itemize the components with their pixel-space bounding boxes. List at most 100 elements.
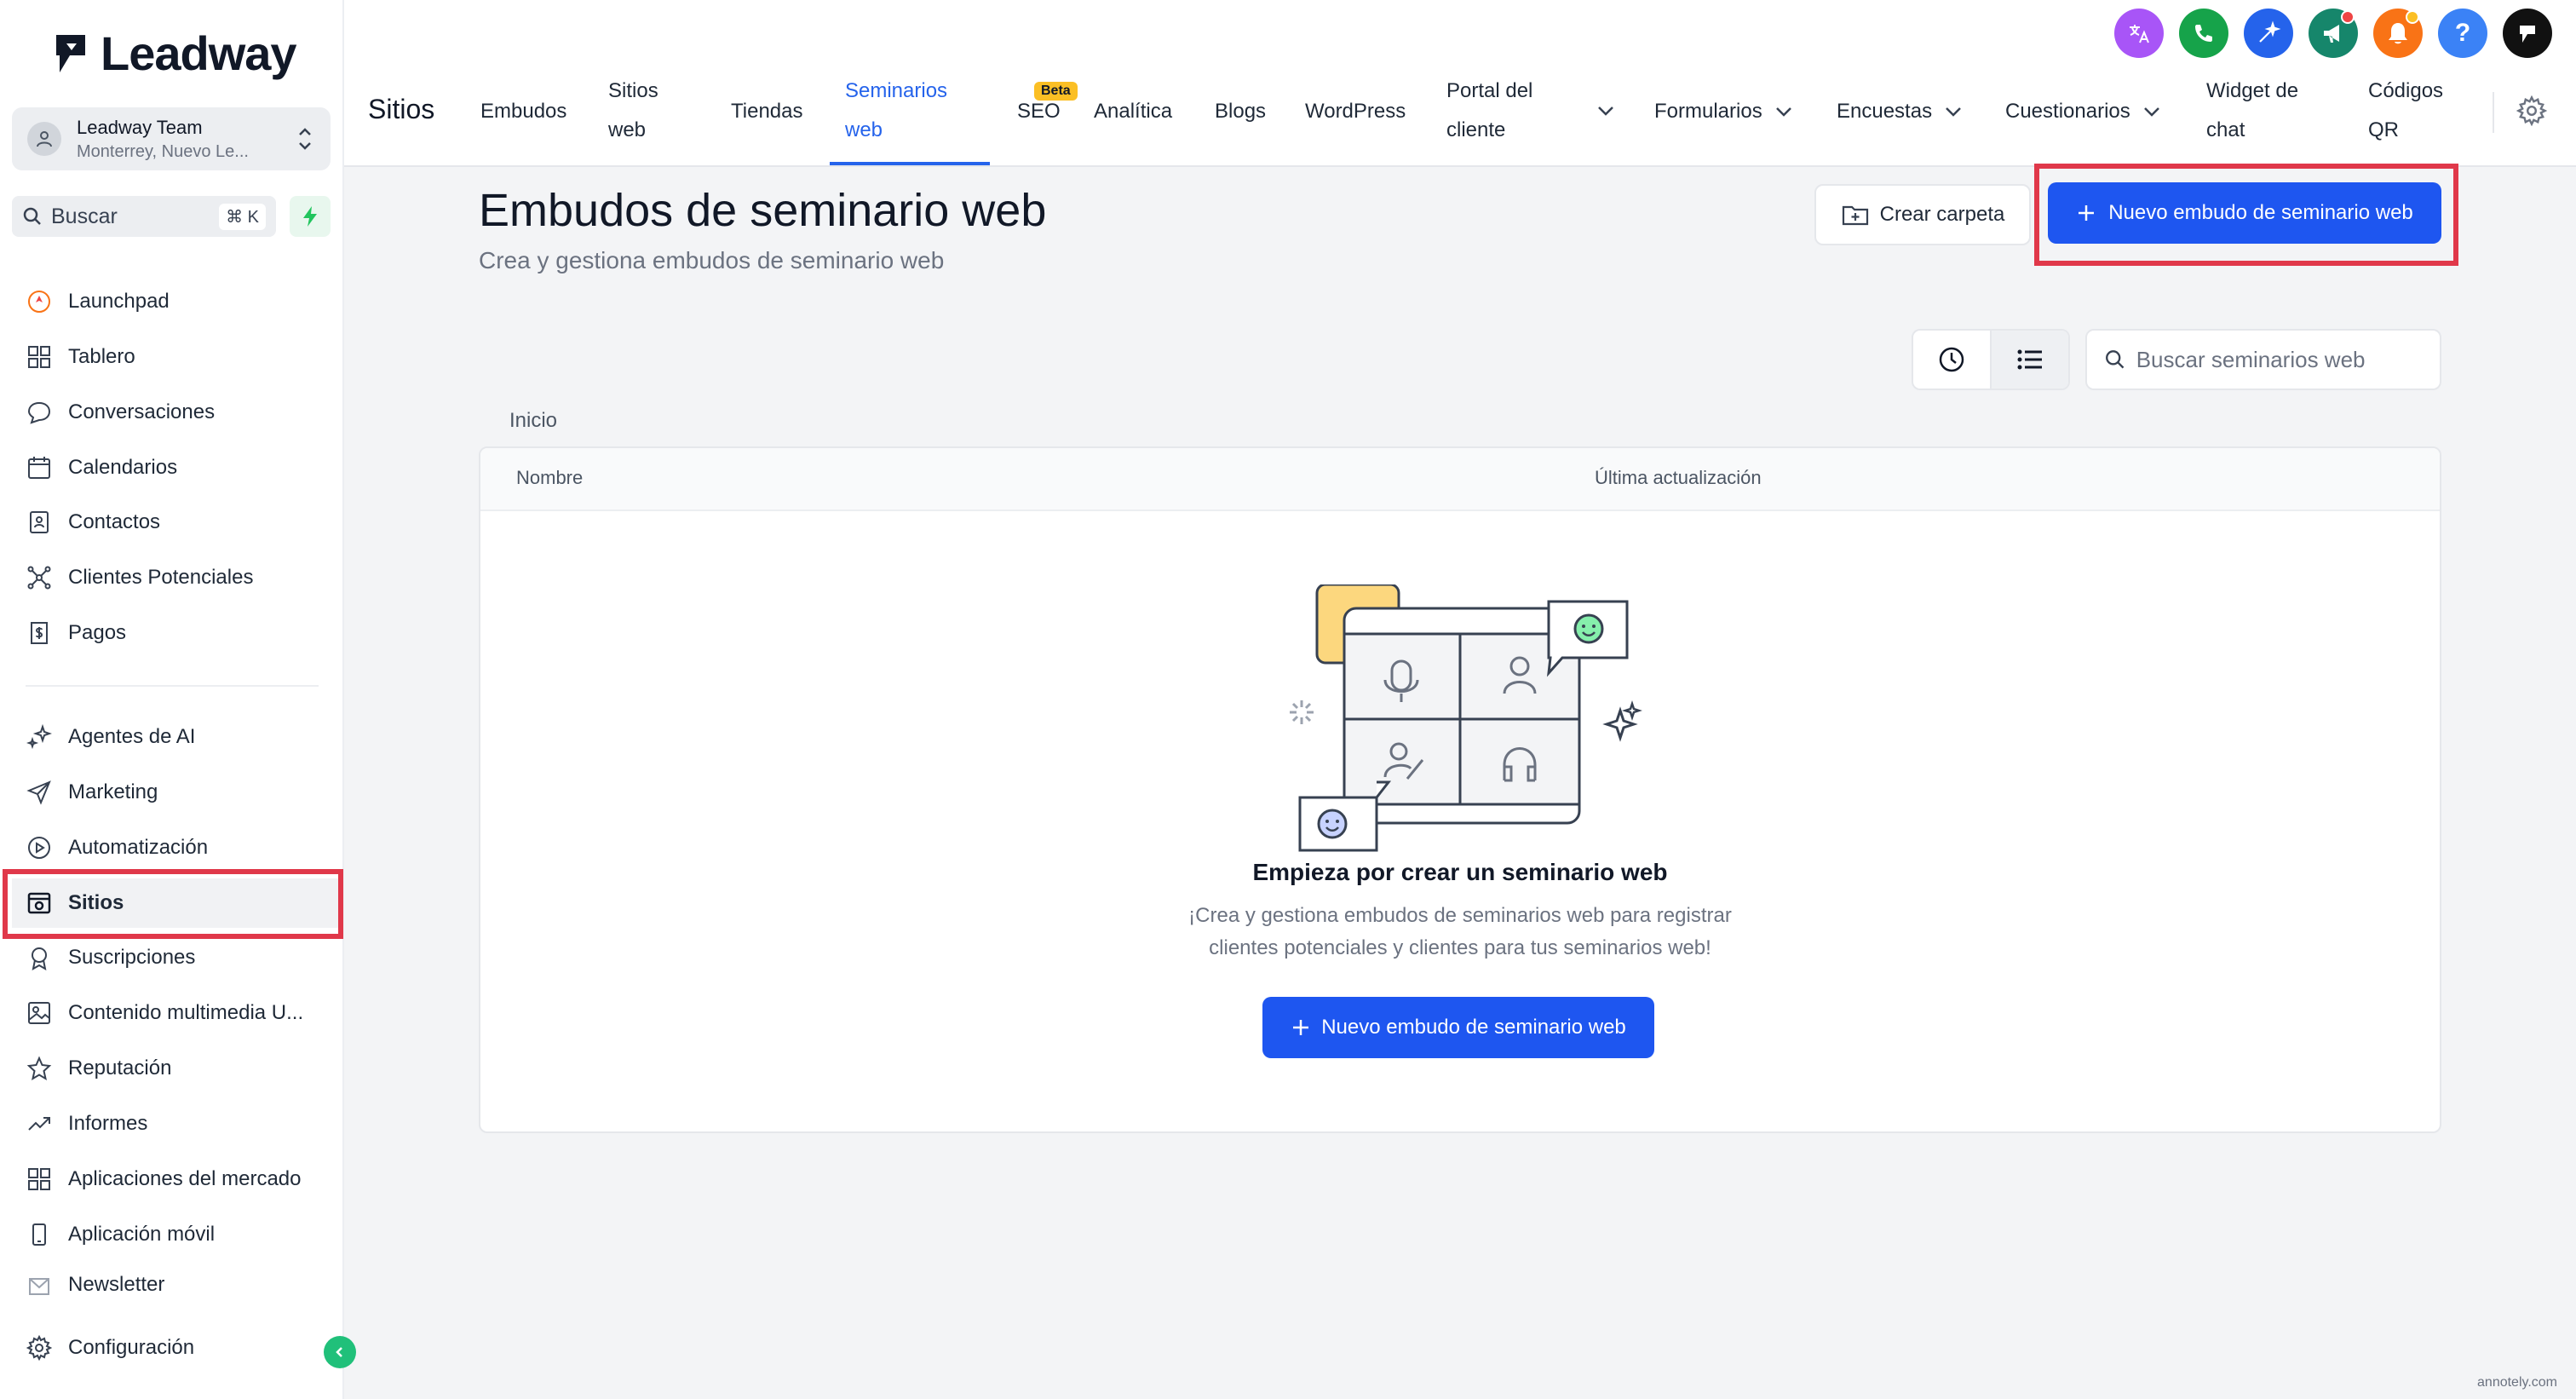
brand-logo[interactable]: Leadway xyxy=(51,26,297,81)
notification-dot xyxy=(2341,10,2355,24)
collapse-sidebar-button[interactable] xyxy=(324,1336,356,1368)
recent-view-button[interactable] xyxy=(1913,331,1990,389)
sidebar-item-contenido-multimedia[interactable]: Contenido multimedia U... xyxy=(12,988,341,1038)
sidebar-item-pagos[interactable]: Pagos xyxy=(12,608,341,658)
translate-button[interactable] xyxy=(2114,9,2164,58)
search-shortcut: ⌘ K xyxy=(219,203,266,230)
column-header-nombre[interactable]: Nombre xyxy=(516,467,583,489)
breadcrumb[interactable]: Inicio xyxy=(509,409,557,433)
watermark: annotely.com xyxy=(2477,1375,2557,1390)
empty-state-title: Empieza por crear un seminario web xyxy=(1252,859,1668,885)
list-view-button[interactable] xyxy=(1990,331,2068,389)
settings-gear-icon[interactable] xyxy=(2516,95,2547,126)
rocket-icon xyxy=(26,288,53,315)
sparkles-icon xyxy=(26,723,53,751)
sidebar-item-informes[interactable]: Informes xyxy=(12,1099,341,1149)
translate-icon xyxy=(2130,25,2149,43)
tab-encuestas[interactable]: Encuestas xyxy=(1837,92,1963,131)
help-icon: ? xyxy=(2454,19,2471,47)
trend-icon xyxy=(26,1110,53,1137)
chat-icon xyxy=(26,399,53,426)
tab-widget-chat[interactable]: Widget de chat xyxy=(2206,72,2298,150)
sidebar-item-configuracion[interactable]: Configuración xyxy=(12,1323,341,1373)
phone-call-icon xyxy=(2195,25,2212,42)
profile-button[interactable] xyxy=(2503,9,2552,58)
star-icon xyxy=(26,1055,53,1082)
account-switcher[interactable]: Leadway Team Monterrey, Nuevo Le... xyxy=(12,107,331,170)
tab-blogs[interactable]: Blogs xyxy=(1215,92,1266,131)
newsletter-icon xyxy=(26,1273,53,1298)
folder-plus-icon xyxy=(1842,205,1868,226)
phone-icon xyxy=(26,1221,53,1248)
contacts-icon xyxy=(26,509,53,536)
tab-seminarios-web[interactable]: Seminarios web xyxy=(845,72,947,150)
image-icon xyxy=(26,999,53,1027)
empty-state-new-funnel-button[interactable]: Nuevo embudo de seminario web xyxy=(1262,997,1654,1058)
section-title: Sitios xyxy=(368,94,435,124)
sidebar-item-tablero[interactable]: Tablero xyxy=(12,332,341,382)
column-header-ultima-actualizacion[interactable]: Última actualización xyxy=(1595,467,1762,489)
plus-icon xyxy=(1293,1020,1309,1035)
sidebar-item-reputacion[interactable]: Reputación xyxy=(12,1044,341,1093)
leadway-logo-icon xyxy=(56,34,85,72)
sidebar-item-aplicacion-movil[interactable]: Aplicación móvil xyxy=(12,1210,341,1259)
network-icon xyxy=(26,564,53,591)
page-title: Embudos de seminario web xyxy=(479,185,1047,236)
sidebar-item-contactos[interactable]: Contactos xyxy=(12,498,341,547)
phone-call-button[interactable] xyxy=(2179,9,2228,58)
top-icon-bar: ? xyxy=(2114,9,2552,58)
magic-button[interactable] xyxy=(2244,9,2293,58)
webinar-search xyxy=(2085,329,2441,390)
bolt-icon xyxy=(303,206,317,227)
sidebar-item-agentes-ai[interactable]: Agentes de AI xyxy=(12,712,341,762)
help-button[interactable]: ? xyxy=(2438,9,2487,58)
invoice-icon xyxy=(26,619,53,647)
active-tab-indicator xyxy=(830,162,990,165)
grid-icon xyxy=(26,343,53,371)
brand-name: Leadway xyxy=(101,26,297,80)
empty-state-illustration xyxy=(1290,584,1642,852)
list-icon xyxy=(2017,349,2042,370)
sidebar-item-aplicaciones-mercado[interactable]: Aplicaciones del mercado xyxy=(12,1154,341,1204)
avatar xyxy=(27,122,61,156)
sidebar-item-newsletter[interactable]: Newsletter xyxy=(12,1264,341,1298)
tab-portal-cliente[interactable]: Portal del cliente xyxy=(1446,72,1532,150)
sidebar-item-suscripciones[interactable]: Suscripciones xyxy=(12,933,341,982)
notifications-button[interactable] xyxy=(2373,9,2423,58)
sidebar-item-conversaciones[interactable]: Conversaciones xyxy=(12,388,341,437)
account-name: Leadway Team xyxy=(77,116,203,138)
sidebar-item-launchpad[interactable]: Launchpad xyxy=(12,277,341,326)
badge-icon xyxy=(26,944,53,971)
tab-wordpress[interactable]: WordPress xyxy=(1305,92,1406,131)
tab-embudos[interactable]: Embudos xyxy=(480,92,566,131)
chevron-left-icon xyxy=(336,1347,342,1357)
tab-sitios-web[interactable]: Sitios web xyxy=(608,72,658,150)
sidebar-item-marketing[interactable]: Marketing xyxy=(12,768,341,817)
sidebar-item-calendarios[interactable]: Calendarios xyxy=(12,443,341,492)
quick-actions-button[interactable] xyxy=(290,196,331,237)
gear-icon xyxy=(26,1334,53,1362)
sidebar-item-clientes-potenciales[interactable]: Clientes Potenciales xyxy=(12,553,341,602)
sidebar-search[interactable]: Buscar ⌘ K xyxy=(12,196,276,237)
table-header: Nombre Última actualización xyxy=(480,448,2440,511)
tab-formularios[interactable]: Formularios xyxy=(1654,92,1793,131)
create-folder-button[interactable]: Crear carpeta xyxy=(1814,184,2031,245)
tab-codigos-qr[interactable]: Códigos QR xyxy=(2368,72,2443,150)
top-navigation: ? Sitios Embudos Sitios web Tiendas Semin… xyxy=(344,0,2576,167)
sidebar-divider xyxy=(26,685,319,687)
tab-analitica[interactable]: Analítica xyxy=(1094,92,1172,131)
tab-cuestionarios[interactable]: Cuestionarios xyxy=(2005,92,2161,131)
topbar-separator xyxy=(2493,92,2494,133)
notification-dot xyxy=(2406,10,2419,24)
webinar-search-input[interactable] xyxy=(2136,346,2423,373)
chevron-updown-icon xyxy=(299,128,311,150)
search-icon xyxy=(23,207,41,225)
announcements-button[interactable] xyxy=(2309,9,2358,58)
send-icon xyxy=(26,779,53,806)
chevron-down-icon[interactable] xyxy=(1596,104,1615,118)
chevron-down-icon xyxy=(1775,107,1791,117)
page-subtitle: Crea y gestiona embudos de seminario web xyxy=(479,247,945,273)
sidebar-item-automatizacion[interactable]: Automatización xyxy=(12,823,341,872)
tab-tiendas[interactable]: Tiendas xyxy=(731,92,803,131)
tab-seo[interactable]: SEO xyxy=(1017,92,1061,131)
